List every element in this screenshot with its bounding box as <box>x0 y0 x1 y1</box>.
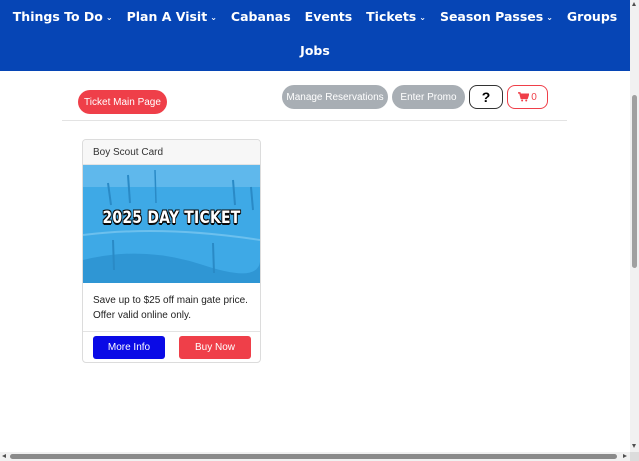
ticket-image-text: 2025 DAY TICKET <box>102 208 241 228</box>
scroll-up-icon[interactable] <box>632 2 636 6</box>
shopping-cart-icon <box>518 92 530 102</box>
nav-item-label: Things To Do <box>12 9 103 24</box>
scrollbar-corner <box>630 452 639 461</box>
nav-item-jobs[interactable]: Jobs <box>300 43 330 58</box>
card-title: Boy Scout Card <box>83 140 260 165</box>
scrollbar-thumb[interactable] <box>632 95 637 268</box>
divider <box>83 331 260 332</box>
nav-item-label: Tickets <box>366 9 417 24</box>
nav-item-label: Events <box>304 9 353 24</box>
card-description: Save up to $25 off main gate price. Offe… <box>93 295 248 321</box>
buy-now-button[interactable]: Buy Now <box>179 336 251 359</box>
chevron-down-icon: ⌄ <box>210 13 217 22</box>
horizontal-scrollbar[interactable] <box>0 452 630 461</box>
nav-item-groups[interactable]: Groups <box>567 9 617 24</box>
nav-item-plan-a-visit[interactable]: Plan A Visit ⌄ <box>127 9 217 24</box>
top-navigation: Things To Do ⌄ Plan A Visit ⌄ Cabanas Ev… <box>0 0 630 71</box>
chevron-down-icon: ⌄ <box>546 13 553 22</box>
nav-item-things-to-do[interactable]: Things To Do ⌄ <box>13 9 113 24</box>
ticket-image: 2025 DAY TICKET <box>83 165 260 283</box>
manage-reservations-button[interactable]: Manage Reservations <box>282 85 388 109</box>
scroll-right-icon[interactable] <box>623 454 627 458</box>
vertical-scrollbar[interactable] <box>630 0 639 452</box>
product-card: Boy Scout Card 2025 DAY TICKET Save up t… <box>82 139 261 363</box>
scroll-down-icon[interactable] <box>632 444 636 448</box>
more-info-button[interactable]: More Info <box>93 336 165 359</box>
scroll-left-icon[interactable] <box>2 454 6 458</box>
nav-item-label: Groups <box>566 9 618 24</box>
nav-item-label: Jobs <box>300 43 330 58</box>
scrollbar-thumb[interactable] <box>10 454 617 459</box>
nav-item-cabanas[interactable]: Cabanas <box>231 9 291 24</box>
chevron-down-icon: ⌄ <box>105 13 113 22</box>
nav-item-tickets[interactable]: Tickets ⌄ <box>366 9 426 24</box>
enter-promo-button[interactable]: Enter Promo <box>392 85 465 109</box>
chevron-down-icon: ⌄ <box>419 13 426 22</box>
nav-row: Jobs <box>0 43 630 58</box>
nav-item-season-passes[interactable]: Season Passes ⌄ <box>440 9 553 24</box>
divider <box>62 120 567 121</box>
nav-item-label: Season Passes <box>439 9 544 24</box>
ticket-main-page-button[interactable]: Ticket Main Page <box>78 90 167 114</box>
cart-button[interactable]: 0 <box>507 85 548 109</box>
nav-item-label: Plan A Visit <box>126 9 208 24</box>
nav-item-events[interactable]: Events <box>305 9 352 24</box>
nav-row: Things To Do ⌄ Plan A Visit ⌄ Cabanas Ev… <box>0 9 630 24</box>
nav-item-label: Cabanas <box>230 9 291 24</box>
cart-count: 0 <box>531 91 537 103</box>
help-button[interactable]: ? <box>469 85 503 109</box>
